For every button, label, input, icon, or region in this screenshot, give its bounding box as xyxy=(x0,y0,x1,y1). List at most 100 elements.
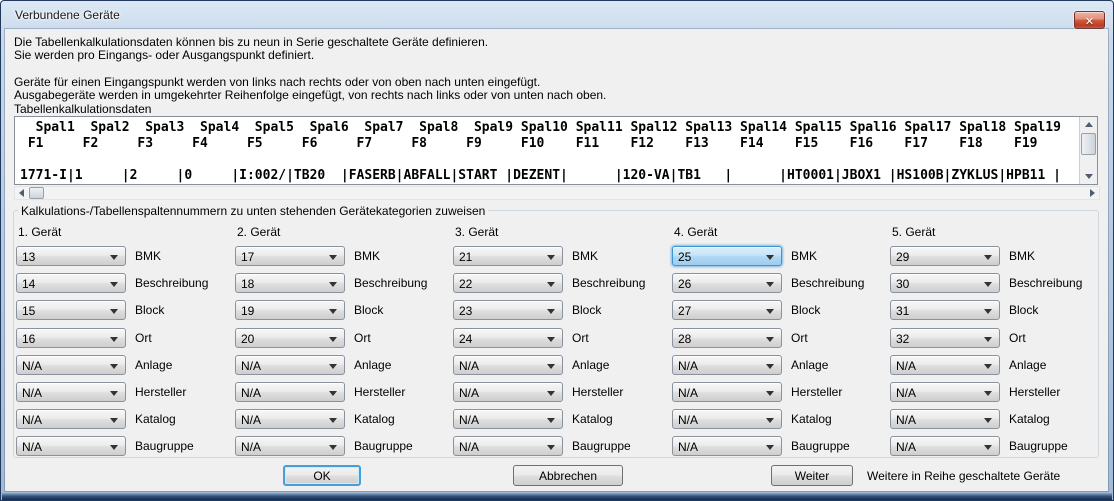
chevron-down-icon xyxy=(547,445,555,450)
spreadsheet-label: Tabellenkalkulationsdaten xyxy=(14,102,152,116)
combo-device-1-hersteller[interactable]: N/A xyxy=(16,382,126,402)
device-title-3: 3. Gerät xyxy=(455,225,499,239)
intro-line-1: Die Tabellenkalkulationsdaten können bis… xyxy=(14,35,489,49)
next-button[interactable]: Weiter xyxy=(771,465,853,486)
horizontal-scrollbar[interactable] xyxy=(14,186,1100,200)
spreadsheet-table: Spal1 Spal2 Spal3 Spal4 Spal5 Spal6 Spal… xyxy=(14,116,1098,185)
combo-device-4-anlage[interactable]: N/A xyxy=(672,355,782,375)
chevron-down-icon xyxy=(329,255,337,260)
category-label-block: Block xyxy=(1009,303,1039,317)
intro-line-4: Ausgabegeräte werden in umgekehrter Reih… xyxy=(14,88,607,102)
combo-device-1-ort[interactable]: 16 xyxy=(16,328,126,348)
chevron-down-icon xyxy=(984,445,992,450)
combo-device-3-baugruppe[interactable]: N/A xyxy=(453,436,563,456)
combo-device-2-beschreibung[interactable]: 18 xyxy=(235,273,345,293)
spreadsheet-data-row: 1771-I|1 |2 |0 |I:002/|TB20 |FASERB|ABFA… xyxy=(20,168,1061,183)
category-label-bmk: BMK xyxy=(354,249,381,263)
combo-device-4-block[interactable]: 27 xyxy=(672,300,782,320)
combo-device-5-bmk[interactable]: 29 xyxy=(890,246,1000,266)
combo-device-3-ort[interactable]: 24 xyxy=(453,328,563,348)
chevron-down-icon xyxy=(329,364,337,369)
device-column-5: 5. Gerät 29 BMK 30 Beschreibung 31 Block 32 Ort N… xyxy=(890,225,1109,461)
combo-device-4-baugruppe[interactable]: N/A xyxy=(672,436,782,456)
combo-device-4-bmk[interactable]: 25 xyxy=(672,246,782,266)
combo-device-3-beschreibung[interactable]: 22 xyxy=(453,273,563,293)
vertical-scrollbar[interactable] xyxy=(1079,117,1097,184)
scroll-up-button[interactable] xyxy=(1080,117,1097,132)
category-label-baugruppe: Baugruppe xyxy=(354,439,413,453)
combo-device-5-baugruppe[interactable]: N/A xyxy=(890,436,1000,456)
category-label-ort: Ort xyxy=(1009,331,1026,345)
combo-device-3-bmk[interactable]: 21 xyxy=(453,246,563,266)
combo-device-2-bmk[interactable]: 17 xyxy=(235,246,345,266)
category-label-bmk: BMK xyxy=(1009,249,1036,263)
combo-device-5-block[interactable]: 31 xyxy=(890,300,1000,320)
combo-value: 28 xyxy=(678,332,692,346)
intro-line-2: Sie werden pro Eingangs- oder Ausgangspu… xyxy=(14,48,315,62)
combo-value: 31 xyxy=(896,304,910,318)
titlebar[interactable]: Verbundene Geräte ✕ xyxy=(1,1,1113,29)
combo-device-4-ort[interactable]: 28 xyxy=(672,328,782,348)
combo-value: N/A xyxy=(896,440,917,454)
combo-device-5-ort[interactable]: 32 xyxy=(890,328,1000,348)
horizontal-scrollbar-thumb[interactable] xyxy=(29,187,44,199)
combo-device-1-baugruppe[interactable]: N/A xyxy=(16,436,126,456)
scroll-down-button[interactable] xyxy=(1080,169,1097,184)
category-label-katalog: Katalog xyxy=(354,412,395,426)
combo-device-4-beschreibung[interactable]: 26 xyxy=(672,273,782,293)
combo-device-3-anlage[interactable]: N/A xyxy=(453,355,563,375)
combo-device-1-katalog[interactable]: N/A xyxy=(16,409,126,429)
combo-device-2-block[interactable]: 19 xyxy=(235,300,345,320)
chevron-down-icon xyxy=(766,418,774,423)
device-column-4: 4. Gerät 25 BMK 26 Beschreibung 27 Block 28 Ort N… xyxy=(672,225,891,461)
combo-device-5-hersteller[interactable]: N/A xyxy=(890,382,1000,402)
combo-device-2-baugruppe[interactable]: N/A xyxy=(235,436,345,456)
scroll-right-button[interactable] xyxy=(1086,187,1099,199)
combo-value: N/A xyxy=(678,413,699,427)
combo-device-1-bmk[interactable]: 13 xyxy=(16,246,126,266)
combo-device-2-katalog[interactable]: N/A xyxy=(235,409,345,429)
combo-device-3-katalog[interactable]: N/A xyxy=(453,409,563,429)
chevron-down-icon xyxy=(984,309,992,314)
category-label-beschreibung: Beschreibung xyxy=(135,276,209,290)
combo-device-1-anlage[interactable]: N/A xyxy=(16,355,126,375)
combo-value: N/A xyxy=(241,440,262,454)
combo-value: 13 xyxy=(22,250,36,264)
chevron-down-icon xyxy=(766,445,774,450)
combo-device-4-hersteller[interactable]: N/A xyxy=(672,382,782,402)
chevron-down-icon xyxy=(110,391,118,396)
cancel-button[interactable]: Abbrechen xyxy=(513,465,623,486)
combo-device-4-katalog[interactable]: N/A xyxy=(672,409,782,429)
chevron-down-icon xyxy=(329,282,337,287)
category-label-katalog: Katalog xyxy=(791,412,832,426)
combo-value: N/A xyxy=(459,359,480,373)
combo-device-1-beschreibung[interactable]: 14 xyxy=(16,273,126,293)
category-label-beschreibung: Beschreibung xyxy=(791,276,865,290)
close-button[interactable]: ✕ xyxy=(1074,11,1105,29)
ok-button[interactable]: OK xyxy=(283,465,361,486)
category-label-bmk: BMK xyxy=(572,249,599,263)
category-label-ort: Ort xyxy=(791,331,808,345)
category-label-beschreibung: Beschreibung xyxy=(572,276,646,290)
combo-device-2-ort[interactable]: 20 xyxy=(235,328,345,348)
combo-device-2-anlage[interactable]: N/A xyxy=(235,355,345,375)
combo-device-3-block[interactable]: 23 xyxy=(453,300,563,320)
vertical-scrollbar-thumb[interactable] xyxy=(1081,133,1096,155)
combo-device-5-katalog[interactable]: N/A xyxy=(890,409,1000,429)
category-label-baugruppe: Baugruppe xyxy=(1009,439,1068,453)
combo-device-2-hersteller[interactable]: N/A xyxy=(235,382,345,402)
dialog-content: Die Tabellenkalkulationsdaten können bis… xyxy=(5,29,1108,491)
combo-device-1-block[interactable]: 15 xyxy=(16,300,126,320)
chevron-down-icon xyxy=(766,309,774,314)
combo-value: N/A xyxy=(678,440,699,454)
combo-device-3-hersteller[interactable]: N/A xyxy=(453,382,563,402)
combo-value: N/A xyxy=(241,413,262,427)
chevron-down-icon xyxy=(329,337,337,342)
category-label-anlage: Anlage xyxy=(572,358,610,372)
category-label-hersteller: Hersteller xyxy=(1009,385,1061,399)
combo-device-5-beschreibung[interactable]: 30 xyxy=(890,273,1000,293)
combo-device-5-anlage[interactable]: N/A xyxy=(890,355,1000,375)
scroll-left-button[interactable] xyxy=(15,187,28,199)
device-title-5: 5. Gerät xyxy=(892,225,936,239)
category-label-bmk: BMK xyxy=(791,249,818,263)
